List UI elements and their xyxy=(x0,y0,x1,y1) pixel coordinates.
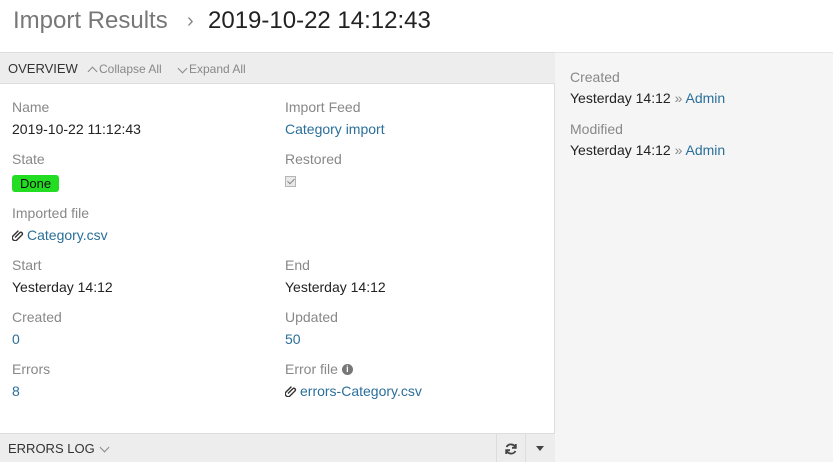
info-icon[interactable]: i xyxy=(341,363,353,375)
modified-separator: » xyxy=(674,142,683,158)
collapse-all-button[interactable]: Collapse All xyxy=(87,62,162,76)
created-time: Yesterday 14:12 xyxy=(570,90,671,106)
chevron-down-icon xyxy=(177,63,188,73)
overview-panel-header: OVERVIEW Collapse All Expand All xyxy=(0,52,555,84)
field-label: End xyxy=(285,257,310,273)
breadcrumb-import-results[interactable]: Import Results xyxy=(13,7,168,35)
created-by-link[interactable]: Admin xyxy=(686,90,726,106)
modified-time: Yesterday 14:12 xyxy=(570,142,671,158)
field-value: Yesterday 14:12 xyxy=(12,279,113,295)
created-count-link[interactable]: 0 xyxy=(12,331,62,347)
field-updated: Updated 50 xyxy=(285,309,338,347)
errors-count-link[interactable]: 8 xyxy=(12,383,50,399)
modified-label: Modified xyxy=(570,121,623,137)
modified-info: Yesterday 14:12 » Admin xyxy=(570,142,725,158)
field-label: Created xyxy=(12,309,62,325)
field-label: Restored xyxy=(285,151,342,167)
paperclip-icon xyxy=(12,230,24,241)
field-label: Import Feed xyxy=(285,99,361,115)
collapse-all-label: Collapse All xyxy=(99,62,162,76)
field-state: State Done xyxy=(12,151,60,192)
breadcrumb-separator: › xyxy=(187,10,194,32)
field-value: 2019-10-22 11:12:43 xyxy=(12,121,141,137)
field-label: Name xyxy=(12,99,50,115)
field-label: Start xyxy=(12,257,42,273)
caret-down-icon xyxy=(536,446,544,451)
field-created: Created 0 xyxy=(12,309,62,347)
status-badge: Done xyxy=(12,175,60,192)
chevron-up-icon xyxy=(87,66,98,76)
errors-log-title: ERRORS LOG xyxy=(8,441,95,456)
created-label: Created xyxy=(570,69,620,85)
expand-all-label: Expand All xyxy=(189,62,246,76)
modified-by-link[interactable]: Admin xyxy=(686,142,726,158)
field-errors: Errors 8 xyxy=(12,361,50,399)
main-panel: OVERVIEW Collapse All Expand All Name 20… xyxy=(0,52,555,462)
field-imported-file: Imported file Category.csv xyxy=(12,205,108,243)
field-error-file: Error file i errors-Category.csv xyxy=(285,361,422,399)
refresh-icon xyxy=(505,443,517,454)
created-info: Yesterday 14:12 » Admin xyxy=(570,90,725,106)
field-label: Errors xyxy=(12,361,51,377)
record-info-sidebar: Created Yesterday 14:12 » Admin Modified… xyxy=(555,52,833,462)
field-label: State xyxy=(12,151,45,167)
page-header: Import Results › 2019-10-22 14:12:43 xyxy=(0,0,833,52)
updated-count-link[interactable]: 50 xyxy=(285,331,338,347)
field-start: Start Yesterday 14:12 xyxy=(12,257,113,295)
dropdown-button[interactable] xyxy=(525,434,554,462)
field-label: Updated xyxy=(285,309,338,325)
field-restored: Restored xyxy=(285,151,342,187)
field-label: Imported file xyxy=(12,205,90,221)
field-label: Error file xyxy=(285,361,338,377)
expand-all-button[interactable]: Expand All xyxy=(177,62,246,76)
refresh-button[interactable] xyxy=(496,434,525,462)
chevron-down-icon xyxy=(99,442,110,453)
page-title: 2019-10-22 14:12:43 xyxy=(208,7,431,34)
errors-log-toggle[interactable]: ERRORS LOG xyxy=(8,441,110,456)
import-feed-link[interactable]: Category import xyxy=(285,121,385,137)
field-import-feed: Import Feed Category import xyxy=(285,99,385,137)
restored-checkbox xyxy=(285,176,296,187)
field-end: End Yesterday 14:12 xyxy=(285,257,386,295)
created-separator: » xyxy=(674,90,683,106)
overview-title[interactable]: OVERVIEW xyxy=(8,61,78,76)
errors-log-panel-header: ERRORS LOG xyxy=(0,433,555,462)
field-name: Name 2019-10-22 11:12:43 xyxy=(12,99,141,137)
paperclip-icon xyxy=(285,386,297,397)
field-value: Yesterday 14:12 xyxy=(285,279,386,295)
imported-file-link[interactable]: Category.csv xyxy=(27,227,108,243)
error-file-link[interactable]: errors-Category.csv xyxy=(300,383,422,399)
